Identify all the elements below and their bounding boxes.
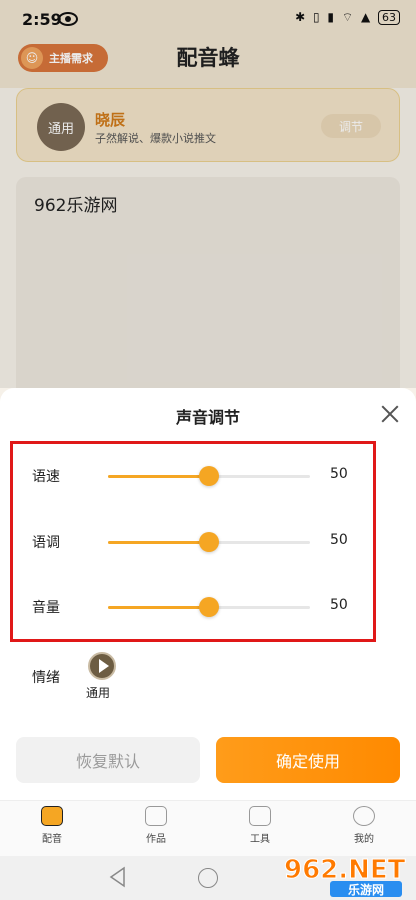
watermark-text2: 乐游网: [348, 882, 384, 897]
slider-row-volume: 音量 50: [0, 587, 416, 627]
pitch-slider[interactable]: [108, 532, 310, 552]
slider-value: 50: [330, 532, 348, 548]
watermark-logo: 962.NET 乐游网: [284, 855, 406, 897]
tab-tools[interactable]: 工具: [230, 806, 290, 845]
emotion-label: 情绪: [32, 670, 60, 686]
tab-label: 我的: [354, 834, 374, 845]
back-icon[interactable]: [108, 866, 128, 888]
play-icon[interactable]: [88, 652, 116, 680]
profile-icon: [353, 806, 375, 826]
tab-label: 工具: [250, 834, 270, 845]
reset-default-button[interactable]: 恢复默认: [16, 737, 200, 783]
slider-thumb[interactable]: [199, 466, 219, 486]
toolbox-icon: [249, 806, 271, 826]
modal-backdrop[interactable]: [0, 0, 416, 388]
tab-label: 作品: [146, 834, 166, 845]
slider-thumb[interactable]: [199, 597, 219, 617]
tab-label: 配音: [42, 834, 62, 845]
works-icon: [145, 806, 167, 826]
close-icon[interactable]: [378, 402, 402, 426]
slider-value: 50: [330, 597, 348, 613]
volume-slider[interactable]: [108, 597, 310, 617]
tab-works[interactable]: 作品: [126, 806, 186, 845]
slider-label: 音量: [32, 600, 60, 616]
watermark-text1: 962.NET: [284, 855, 406, 885]
slider-thumb[interactable]: [199, 532, 219, 552]
home-icon[interactable]: [198, 868, 218, 888]
confirm-use-button[interactable]: 确定使用: [216, 737, 400, 783]
slider-fill: [108, 541, 209, 544]
emotion-name: 通用: [86, 686, 111, 700]
robot-icon: [41, 806, 63, 826]
slider-fill: [108, 606, 209, 609]
slider-row-speed: 语速 50: [0, 456, 416, 496]
tab-profile[interactable]: 我的: [334, 806, 394, 845]
sheet-title: 声音调节: [175, 408, 240, 427]
speed-slider[interactable]: [108, 466, 310, 486]
slider-label: 语调: [32, 535, 60, 551]
slider-value: 50: [330, 466, 348, 482]
slider-label: 语速: [32, 469, 60, 485]
tab-dubbing[interactable]: 配音: [22, 806, 82, 845]
slider-row-pitch: 语调 50: [0, 522, 416, 562]
slider-fill: [108, 475, 209, 478]
